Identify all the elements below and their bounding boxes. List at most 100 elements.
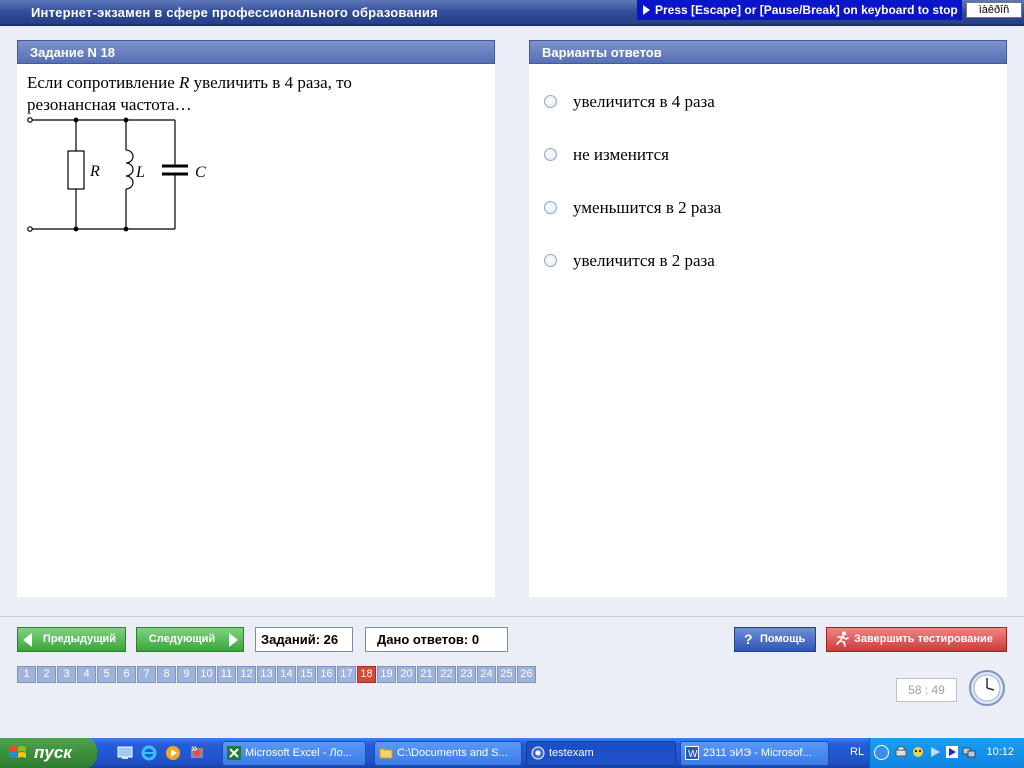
question-number-tile[interactable]: 12 xyxy=(237,666,256,683)
question-symbol: R xyxy=(179,73,190,92)
start-button[interactable]: пуск xyxy=(0,738,97,768)
question-number-tile[interactable]: 14 xyxy=(277,666,296,683)
next-button[interactable]: Следующий xyxy=(136,627,244,652)
agent-icon[interactable] xyxy=(911,745,925,759)
folder-icon xyxy=(379,748,393,759)
finish-label: Завершить тестирование xyxy=(854,633,993,645)
escape-hint-text: Press [Escape] or [Pause/Break] on keybo… xyxy=(655,3,958,17)
question-number-tile[interactable]: 8 xyxy=(157,666,176,683)
question-number-tile[interactable]: 7 xyxy=(137,666,156,683)
question-number-tile[interactable]: 2 xyxy=(37,666,56,683)
ie-icon[interactable] xyxy=(140,744,158,762)
taskbar-item-label: Microsoft Excel - Ло... xyxy=(245,747,352,759)
label-c: C xyxy=(195,164,206,181)
terminal-top xyxy=(27,117,33,123)
question-number-tile[interactable]: 22 xyxy=(437,666,456,683)
question-number-tile[interactable]: 13 xyxy=(257,666,276,683)
question-number-tile[interactable]: 9 xyxy=(177,666,196,683)
question-number-tile[interactable]: 25 xyxy=(497,666,516,683)
question-number-tile[interactable]: 18 xyxy=(357,666,376,683)
label-l: L xyxy=(135,164,145,181)
question-number-tile[interactable]: 6 xyxy=(117,666,136,683)
question-number-tile[interactable]: 10 xyxy=(197,666,216,683)
system-tray: 10:12 xyxy=(869,738,1024,768)
help-button[interactable]: ? Помощь xyxy=(734,627,816,652)
testexam-icon xyxy=(531,746,545,760)
question-number-tile[interactable]: 24 xyxy=(477,666,496,683)
svg-text:W: W xyxy=(688,749,698,760)
divider xyxy=(0,616,1024,617)
question-number-tile[interactable]: 23 xyxy=(457,666,476,683)
inductor-symbol xyxy=(125,149,134,190)
node-dot xyxy=(73,226,79,232)
taskbar-item-word[interactable]: W 2311 эИЭ - Microsof... xyxy=(680,741,829,766)
app-title: Интернет-экзамен в сфере профессионально… xyxy=(31,5,438,20)
taskbar-item-label: testexam xyxy=(549,747,594,759)
escape-hint: Press [Escape] or [Pause/Break] on keybo… xyxy=(637,0,962,20)
taskbar-item-excel[interactable]: Microsoft Excel - Ло... xyxy=(222,741,366,766)
previous-button[interactable]: Предыдущий xyxy=(17,627,126,652)
answer-option-3[interactable]: уменьшится в 2 раза xyxy=(544,197,944,219)
radio-button[interactable] xyxy=(544,254,557,267)
answer-label: увеличится в 2 раза xyxy=(573,251,715,270)
tray-expand-button[interactable] xyxy=(874,745,889,760)
question-number-tile[interactable]: 5 xyxy=(97,666,116,683)
rlc-circuit-diagram: R L C xyxy=(27,117,206,232)
question-number-tile[interactable]: 19 xyxy=(377,666,396,683)
media-player-icon[interactable] xyxy=(164,744,182,762)
help-label: Помощь xyxy=(760,633,806,645)
finish-test-button[interactable]: Завершить тестирование xyxy=(826,627,1007,652)
radio-button[interactable] xyxy=(544,201,557,214)
answers-header: Варианты ответов xyxy=(529,40,1007,64)
answer-option-1[interactable]: увеличится в 4 раза xyxy=(544,91,944,113)
question-number-tile[interactable]: 4 xyxy=(77,666,96,683)
excel-icon xyxy=(227,746,241,760)
resistor-symbol xyxy=(67,150,85,190)
printer-icon[interactable] xyxy=(894,745,908,759)
play-icon xyxy=(643,5,650,15)
question-number-tile[interactable]: 16 xyxy=(317,666,336,683)
answers-panel: Варианты ответов увеличится в 4 раза не … xyxy=(529,40,1007,597)
question-number-tile[interactable]: 21 xyxy=(417,666,436,683)
answer-option-2[interactable]: не изменится xyxy=(544,144,944,166)
node-dot xyxy=(73,117,79,123)
system-clock: 10:12 xyxy=(986,746,1014,758)
question-number-tile[interactable]: 17 xyxy=(337,666,356,683)
terminal-bottom xyxy=(27,226,33,232)
network-icon[interactable] xyxy=(962,745,976,759)
question-number-tile[interactable]: 26 xyxy=(517,666,536,683)
node-dot xyxy=(123,117,129,123)
taskbar-item-label: C:\Documents and S... xyxy=(397,747,508,759)
timer-display: 58 : 49 xyxy=(896,678,957,702)
tasks-count: Заданий: 26 xyxy=(255,627,353,652)
question-number-tile[interactable]: 3 xyxy=(57,666,76,683)
taskbar-item-testexam[interactable]: testexam xyxy=(526,741,676,766)
question-text: Если сопротивление R увеличить в 4 раза,… xyxy=(27,72,407,116)
language-indicator[interactable]: RL xyxy=(850,746,864,758)
node-dot xyxy=(123,226,129,232)
taskbar-item-explorer[interactable]: C:\Documents and S... xyxy=(374,741,522,766)
answer-option-4[interactable]: увеличится в 2 раза xyxy=(544,250,944,272)
label-r: R xyxy=(89,163,100,180)
media-icon[interactable] xyxy=(945,745,959,759)
desktop-icon[interactable] xyxy=(116,744,134,762)
arrow-right-icon xyxy=(229,633,238,647)
question-number-tile[interactable]: 20 xyxy=(397,666,416,683)
quick-launch-more[interactable]: » xyxy=(191,741,198,755)
app-title-bar: Интернет-экзамен в сфере профессионально… xyxy=(0,0,1024,26)
start-label: пуск xyxy=(34,743,72,762)
question-number-strip: 1 2 3 4 5 6 7 8 9 10 11 12 13 14 15 16 17 18 19 20 21 22 23 24 2… xyxy=(17,666,537,683)
previous-label: Предыдущий xyxy=(42,633,117,645)
task-header: Задание N 18 xyxy=(17,40,495,64)
play-icon[interactable] xyxy=(928,745,942,759)
question-number-tile[interactable]: 1 xyxy=(17,666,36,683)
taskbar: пуск » Microsoft Excel - Ло... C:\Docume… xyxy=(0,738,1024,768)
question-number-tile[interactable]: 15 xyxy=(297,666,316,683)
radio-button[interactable] xyxy=(544,95,557,108)
question-number-tile[interactable]: 11 xyxy=(217,666,236,683)
radio-button[interactable] xyxy=(544,148,557,161)
answer-label: увеличится в 4 раза xyxy=(573,92,715,111)
taskbar-item-label: 2311 эИЭ - Microsof... xyxy=(703,747,812,759)
keyboard-layout-box: ìàêðîñ xyxy=(966,2,1022,18)
question-prefix: Если сопротивление xyxy=(27,73,180,92)
